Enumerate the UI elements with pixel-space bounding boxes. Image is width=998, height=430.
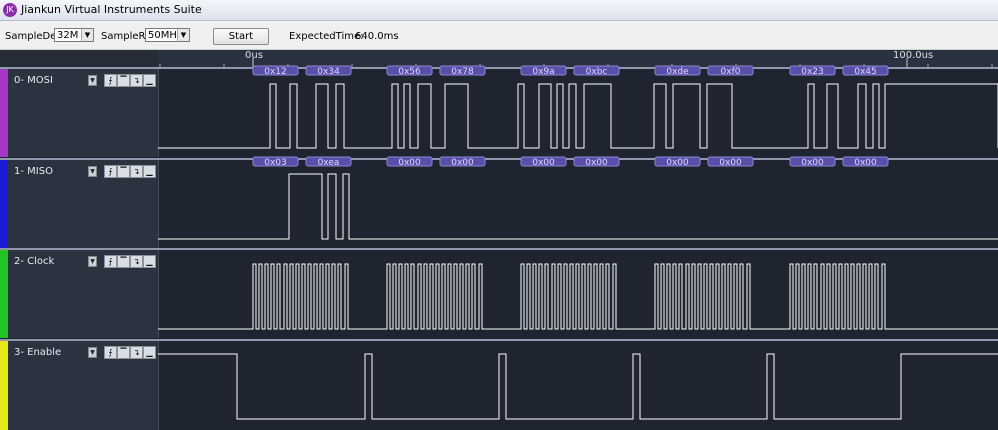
decode-label: 0x00: [666, 158, 689, 168]
decode-label: 0x45: [854, 67, 877, 77]
clock-trace: [158, 263, 998, 330]
waveform-canvas[interactable]: 0x12 0x34 0x56 0x78 0x9a 0xbc 0xde 0xf0 0x23 0x45…: [0, 0, 998, 430]
decode-label: 0x00: [398, 158, 421, 168]
decode-label: 0x00: [854, 158, 877, 168]
decode-label: 0x34: [317, 67, 340, 77]
decode-value: 0x78: [439, 65, 486, 77]
decode-value: 0x03: [252, 156, 299, 168]
decode-label: 0x00: [451, 158, 474, 168]
decode-value: 0x9a: [520, 65, 567, 77]
decode-value: 0x00: [654, 156, 701, 168]
decode-label: 0x56: [398, 67, 421, 77]
decode-label: 0xea: [318, 158, 340, 168]
decode-value: 0x00: [386, 156, 433, 168]
decode-value: 0x45: [842, 65, 889, 77]
decode-value: 0xbc: [573, 65, 620, 77]
decode-value: 0x12: [252, 65, 299, 77]
decode-value: 0x00: [520, 156, 567, 168]
decode-value: 0x00: [439, 156, 486, 168]
decode-label: 0x03: [264, 158, 287, 168]
decode-label: 0x9a: [532, 67, 554, 77]
decode-value: 0x23: [789, 65, 836, 77]
decode-label: 0x23: [801, 67, 824, 77]
decode-value: 0x00: [573, 156, 620, 168]
decode-label: 0xf0: [721, 67, 741, 77]
decode-value: 0xf0: [707, 65, 754, 77]
decode-label: 0x00: [585, 158, 608, 168]
decode-label: 0x00: [532, 158, 555, 168]
decode-value: 0xea: [305, 156, 352, 168]
decode-label: 0x00: [719, 158, 742, 168]
decode-label: 0x00: [801, 158, 824, 168]
decode-label: 0x78: [451, 67, 474, 77]
miso-trace: [158, 173, 998, 240]
decode-value: 0x56: [386, 65, 433, 77]
enable-trace: [158, 353, 998, 420]
decode-value: 0xde: [654, 65, 701, 77]
decode-label: 0xde: [666, 67, 689, 77]
decode-label: 0x12: [264, 67, 287, 77]
decode-value: 0x34: [305, 65, 352, 77]
decode-value: 0x00: [789, 156, 836, 168]
decode-label: 0xbc: [586, 67, 608, 77]
decode-value: 0x00: [842, 156, 889, 168]
decode-value: 0x00: [707, 156, 754, 168]
mosi-trace: [158, 83, 998, 149]
